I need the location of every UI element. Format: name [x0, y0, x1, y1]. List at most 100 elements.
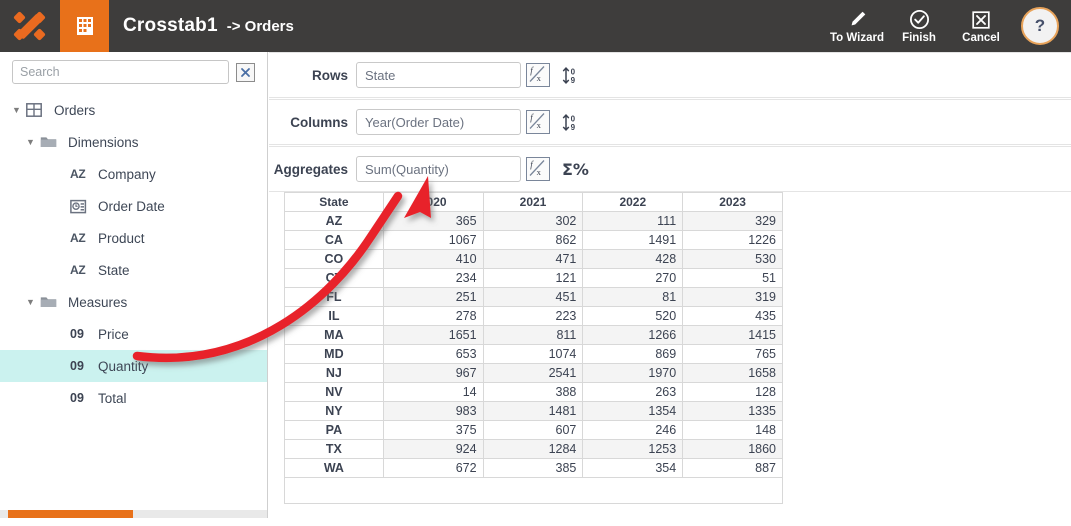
aggregates-input[interactable]: Sum(Quantity) — [356, 156, 521, 182]
tree-item-price[interactable]: 09 Price — [0, 318, 267, 350]
crosstab-cell: 319 — [682, 287, 783, 307]
crosstab-cell: 51 — [682, 268, 783, 288]
crosstab-cell: 1970 — [582, 363, 684, 383]
crosstab-cell: 1354 — [582, 401, 684, 421]
crosstab-cell: 967 — [382, 363, 484, 383]
crosstab-cell: 14 — [382, 382, 484, 402]
crosstab-cell: 435 — [682, 306, 783, 326]
crosstab-cell: 270 — [582, 268, 684, 288]
expander-caret-icon[interactable]: ▼ — [12, 105, 26, 115]
table-row[interactable]: MD 653 1074 869 765 — [284, 344, 783, 364]
folder-icon — [40, 295, 66, 309]
crosstab-cell: 1266 — [582, 325, 684, 345]
field-tree: ▼ Orders ▼ Dimensions AZ Company Order Date AZ P… — [0, 84, 267, 414]
crosstab-cell: 111 — [582, 211, 684, 231]
table-row[interactable]: WA 672 385 354 887 — [284, 458, 783, 478]
tree-item-label: Total — [98, 390, 127, 406]
sidebar-hscrollbar-thumb[interactable] — [8, 510, 133, 518]
crosstab-cell: 1253 — [582, 439, 684, 459]
crosstab-module-button[interactable] — [60, 0, 109, 52]
finish-label: Finish — [902, 31, 936, 44]
expander-caret-icon[interactable]: ▼ — [26, 137, 40, 147]
search-input[interactable] — [12, 60, 229, 84]
aggregates-formula-button[interactable]: fx — [526, 157, 550, 181]
table-row[interactable]: NY 983 1481 1354 1335 — [284, 401, 783, 421]
table-row[interactable]: FL 251 451 81 319 — [284, 287, 783, 307]
sort-numeric-icon[interactable]: 09 — [562, 113, 580, 132]
number-09-icon: 09 — [70, 359, 96, 373]
crosstab-row-header: CT — [284, 268, 384, 288]
breadcrumb: -> Orders — [226, 17, 294, 35]
crosstab-row-header: NY — [284, 401, 384, 421]
tree-item-company[interactable]: AZ Company — [0, 158, 267, 190]
text-az-icon: AZ — [70, 263, 96, 277]
table-row[interactable]: PA 375 607 246 148 — [284, 420, 783, 440]
crosstab-filler-cell — [284, 477, 783, 504]
table-row[interactable]: MA 1651 811 1266 1415 — [284, 325, 783, 345]
columns-input[interactable]: Year(Order Date) — [356, 109, 521, 135]
crosstab-header: State 2020 2021 2022 2023 — [284, 192, 783, 212]
field-label-aggregates: Aggregates — [273, 161, 348, 177]
crosstab-cell: 251 — [382, 287, 484, 307]
header-toolbar: To Wizard Finish Cancel ? — [826, 0, 1071, 52]
table-row[interactable]: TX 924 1284 1253 1860 — [284, 439, 783, 459]
table-row[interactable]: AZ 365 302 111 329 — [284, 211, 783, 231]
tree-item-measures[interactable]: ▼ Measures — [0, 286, 267, 318]
cancel-button[interactable]: Cancel — [950, 0, 1012, 52]
table-row[interactable]: CT 234 121 270 51 — [284, 268, 783, 288]
crosstab-cell: 365 — [382, 211, 484, 231]
crosstab-cell: 607 — [482, 420, 584, 440]
sigma-percent-label: Σ% — [562, 159, 589, 179]
tree-item-product[interactable]: AZ Product — [0, 222, 267, 254]
crosstab-cell: 1860 — [682, 439, 783, 459]
table-row[interactable]: CA 1067 862 1491 1226 — [284, 230, 783, 250]
tree-item-orders[interactable]: ▼ Orders — [0, 94, 267, 126]
expander-caret-icon[interactable]: ▼ — [26, 297, 40, 307]
crosstab-cell: 121 — [482, 268, 584, 288]
rows-formula-button[interactable]: fx — [526, 63, 550, 87]
crosstab-cell: 1491 — [582, 230, 684, 250]
field-row-rows: Rows State f x 0 9 — [269, 52, 1071, 98]
crosstab-cell: 375 — [382, 420, 484, 440]
crosstab-cell: 385 — [482, 458, 584, 478]
number-09-icon: 09 — [70, 327, 84, 341]
crosstab-cell: 329 — [682, 211, 783, 231]
crosstab-col-header[interactable]: 2020 — [382, 192, 484, 212]
crosstab-col-header[interactable]: 2023 — [682, 192, 783, 212]
svg-text:f: f — [530, 113, 534, 123]
tree-item-total[interactable]: 09 Total — [0, 382, 267, 414]
tree-item-quantity[interactable]: 09 Quantity — [0, 350, 267, 382]
table-row[interactable]: NJ 967 2541 1970 1658 — [284, 363, 783, 383]
crosstab-cell: 246 — [582, 420, 684, 440]
tree-item-state[interactable]: AZ State — [0, 254, 267, 286]
clear-search-button[interactable] — [236, 62, 255, 82]
sidebar-hscrollbar-track[interactable] — [0, 510, 267, 518]
sort-numeric-icon[interactable]: 09 — [562, 66, 580, 85]
crosstab-row-header: MA — [284, 325, 384, 345]
rows-input[interactable]: State — [356, 62, 521, 88]
crosstab-row-header: NJ — [284, 363, 384, 383]
crosstab-col-header[interactable]: 2022 — [582, 192, 684, 212]
svg-text:f: f — [530, 160, 534, 170]
app-logo[interactable] — [0, 0, 60, 52]
svg-text:9: 9 — [571, 76, 576, 85]
check-circle-icon — [909, 9, 930, 31]
tree-item-dimensions[interactable]: ▼ Dimensions — [0, 126, 267, 158]
crosstab-row-header: TX — [284, 439, 384, 459]
fx-icon: fx — [529, 160, 545, 177]
to-wizard-button[interactable]: To Wizard — [826, 0, 888, 52]
crosstab-col-header[interactable]: 2021 — [482, 192, 584, 212]
tree-item-order-date[interactable]: Order Date — [0, 190, 267, 222]
sigma-percent-icon[interactable]: Σ% — [562, 160, 589, 179]
tree-item-label: Orders — [54, 102, 96, 118]
table-row[interactable]: CO 410 471 428 530 — [284, 249, 783, 269]
columns-formula-button[interactable]: fx — [526, 110, 550, 134]
crosstab-cell: 388 — [482, 382, 584, 402]
fx-icon: fx — [529, 113, 545, 130]
help-button[interactable]: ? — [1021, 7, 1059, 45]
finish-button[interactable]: Finish — [888, 0, 950, 52]
table-row[interactable]: IL 278 223 520 435 — [284, 306, 783, 326]
app-header: Crosstab1 -> Orders To Wizard Finish Can… — [0, 0, 1071, 52]
table-row[interactable]: NV 14 388 263 128 — [284, 382, 783, 402]
crosstab-col-header[interactable]: State — [284, 192, 384, 212]
